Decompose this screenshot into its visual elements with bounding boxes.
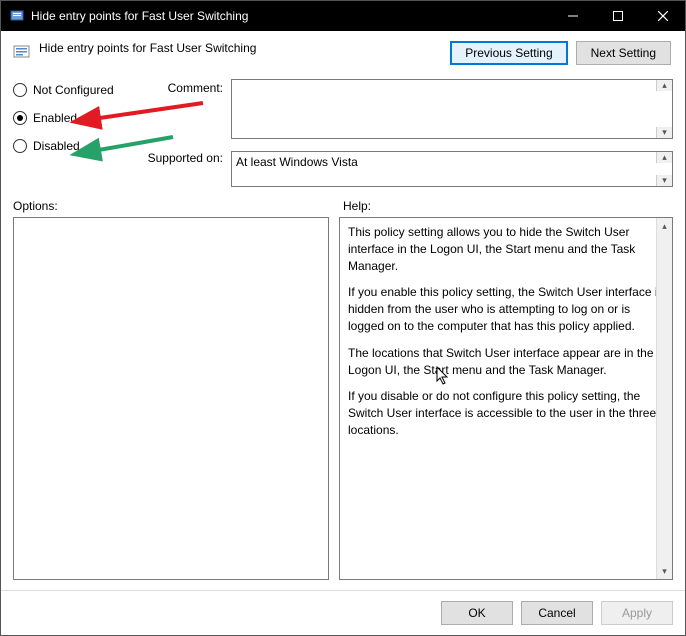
radio-label: Disabled (33, 139, 80, 153)
scroll-down-icon[interactable]: ▾ (657, 563, 672, 579)
policy-icon (9, 8, 25, 24)
supported-on-box: At least Windows Vista ▴ ▾ (231, 151, 673, 187)
dialog-footer: OK Cancel Apply (1, 590, 685, 635)
help-paragraph: If you disable or do not configure this … (348, 388, 664, 438)
policy-editor-window: Hide entry points for Fast User Switchin… (0, 0, 686, 636)
radio-icon (13, 111, 27, 125)
previous-setting-button[interactable]: Previous Setting (450, 41, 567, 65)
radio-icon (13, 83, 27, 97)
radio-icon (13, 139, 27, 153)
radio-label: Not Configured (33, 83, 114, 97)
scroll-up-icon[interactable]: ▴ (657, 218, 672, 234)
comment-textarea[interactable]: ▴ ▾ (231, 79, 673, 139)
scrollbar[interactable]: ▴ ▾ (656, 218, 672, 579)
radio-disabled[interactable]: Disabled (13, 139, 163, 153)
scroll-up-icon[interactable]: ▴ (656, 152, 672, 163)
titlebar[interactable]: Hide entry points for Fast User Switchin… (1, 1, 685, 31)
cancel-button[interactable]: Cancel (521, 601, 593, 625)
close-button[interactable] (640, 1, 685, 31)
cursor-icon (436, 366, 450, 386)
help-paragraph: The locations that Switch User interface… (348, 345, 664, 379)
scroll-down-icon[interactable]: ▾ (656, 127, 672, 138)
radio-label: Enabled (33, 111, 77, 125)
ok-button[interactable]: OK (441, 601, 513, 625)
comment-label: Comment: (163, 81, 223, 95)
radio-not-configured[interactable]: Not Configured (13, 83, 163, 97)
apply-button[interactable]: Apply (601, 601, 673, 625)
help-pane[interactable]: This policy setting allows you to hide t… (339, 217, 673, 580)
scroll-down-icon[interactable]: ▾ (656, 175, 672, 186)
help-paragraph: This policy setting allows you to hide t… (348, 224, 664, 274)
radio-enabled[interactable]: Enabled (13, 111, 163, 125)
scroll-up-icon[interactable]: ▴ (656, 80, 672, 91)
window-title: Hide entry points for Fast User Switchin… (31, 9, 248, 23)
next-setting-button[interactable]: Next Setting (576, 41, 671, 65)
help-paragraph: If you enable this policy setting, the S… (348, 284, 664, 334)
options-pane[interactable] (13, 217, 329, 580)
minimize-button[interactable] (550, 1, 595, 31)
maximize-button[interactable] (595, 1, 640, 31)
help-label: Help: (343, 199, 371, 213)
options-label: Options: (13, 199, 343, 213)
policy-header-icon (13, 43, 31, 61)
policy-title: Hide entry points for Fast User Switchin… (39, 41, 450, 55)
